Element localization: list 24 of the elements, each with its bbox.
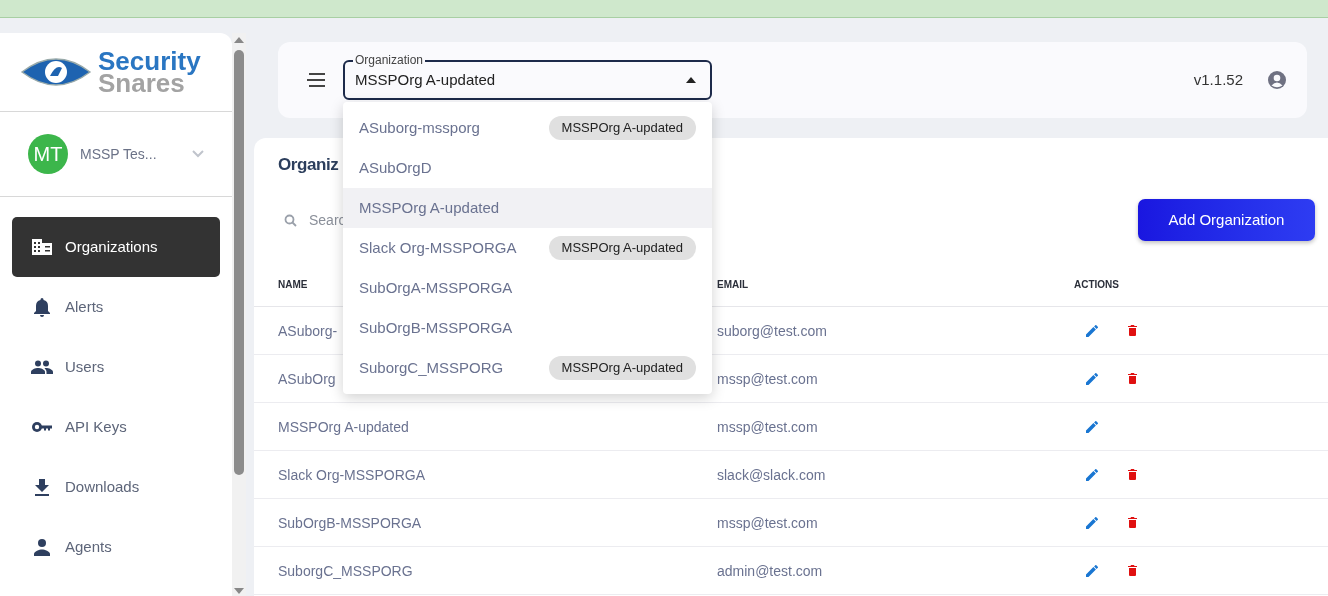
table-cell: SuborgC_MSSPORG bbox=[278, 562, 413, 579]
table-cell: suborg@test.com bbox=[717, 322, 827, 339]
logo-text: Snares bbox=[98, 72, 185, 94]
parent-org-tag: MSSPOrg A-updated bbox=[548, 236, 696, 260]
table-cell: ASubOrg bbox=[278, 370, 336, 387]
column-header: EMAIL bbox=[717, 278, 749, 290]
user-name: MSSP Tes... bbox=[80, 144, 158, 164]
version-text: v1.1.52 bbox=[1193, 69, 1243, 90]
table-cell: Slack Org-MSSPORGA bbox=[278, 466, 426, 483]
page-title: Organiz bbox=[278, 154, 339, 176]
field-label: Organization bbox=[353, 53, 426, 67]
table-cell: admin@test.com bbox=[717, 562, 823, 579]
table-cell: mssp@test.com bbox=[717, 514, 818, 531]
table-cell: mssp@test.com bbox=[717, 370, 818, 387]
column-header: ACTIONS bbox=[1074, 278, 1119, 290]
table-cell: slack@slack.com bbox=[717, 466, 826, 483]
parent-org-tag: MSSPOrg A-updated bbox=[548, 356, 696, 380]
column-header: NAME bbox=[278, 278, 308, 290]
table-cell: ASuborg- bbox=[278, 322, 338, 339]
table-cell: MSSPOrg A-updated bbox=[278, 418, 409, 435]
select-value: MSSPOrg A-updated bbox=[355, 69, 497, 90]
table-cell: SubOrgB-MSSPORGA bbox=[278, 514, 422, 531]
parent-org-tag: MSSPOrg A-updated bbox=[548, 116, 696, 140]
table-cell: mssp@test.com bbox=[717, 418, 818, 435]
